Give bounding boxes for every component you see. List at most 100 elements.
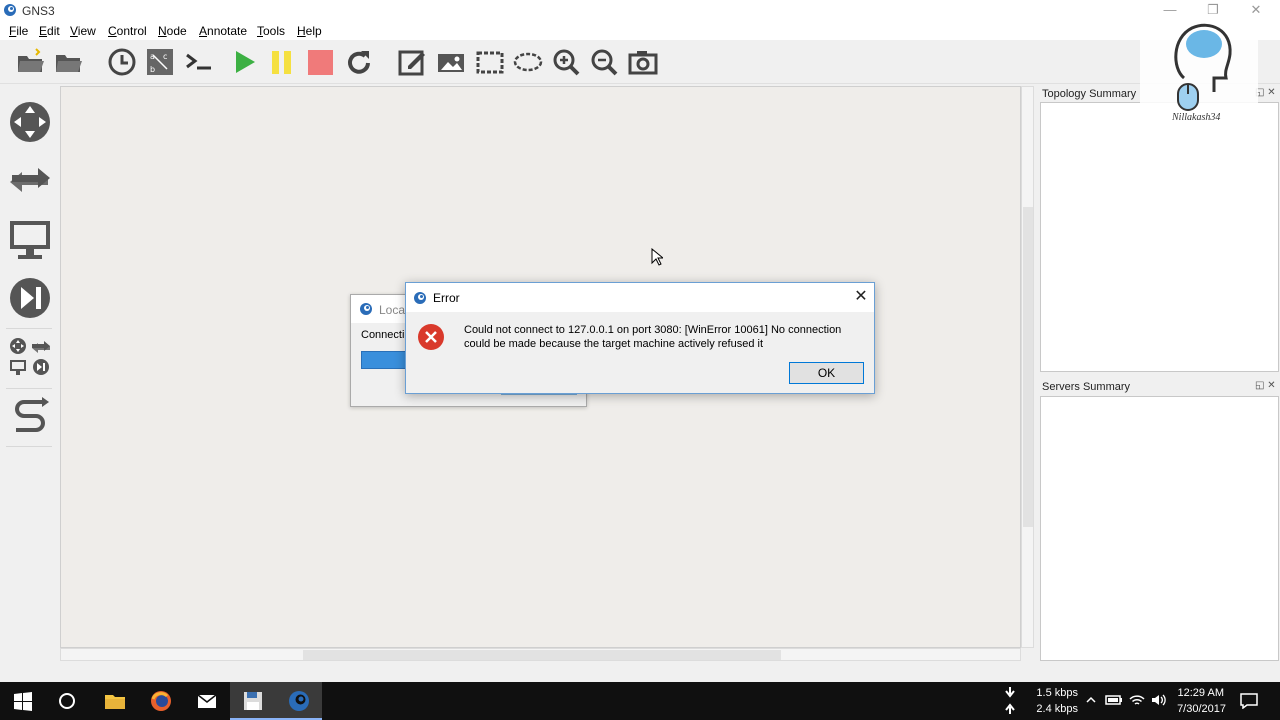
camera-icon	[628, 51, 658, 75]
mail-button[interactable]	[184, 682, 230, 720]
menu-view[interactable]: View	[70, 24, 96, 38]
play-icon	[236, 51, 255, 73]
vertical-scrollbar[interactable]	[1021, 86, 1034, 648]
error-dialog: Error ✕ Could not connect to 127.0.0.1 o…	[405, 282, 875, 394]
error-dialog-close-button[interactable]: ✕	[852, 287, 870, 307]
open-project-icon	[18, 48, 44, 72]
svg-text:b: b	[150, 65, 155, 74]
gns3-logo-icon	[289, 691, 309, 711]
servers-summary-title: Servers Summary	[1042, 381, 1131, 393]
device-switches-button[interactable]	[8, 158, 52, 202]
connecting-message: Connectin	[361, 329, 411, 341]
volume-icon[interactable]	[1151, 693, 1167, 707]
wifi-icon[interactable]	[1129, 693, 1145, 707]
clock-icon	[108, 48, 136, 76]
device-toolbar	[0, 86, 58, 662]
gns3-logo-icon	[4, 4, 16, 16]
notifications-icon[interactable]	[1240, 693, 1258, 709]
folder-icon	[56, 55, 82, 72]
file-explorer-icon	[105, 695, 125, 709]
ellipse-icon	[513, 52, 543, 72]
taskbar: 1.5 kbps 2.4 kbps 12:29 AM 7/30/2017	[0, 682, 1280, 720]
monitor-icon	[10, 221, 50, 259]
gns3-taskbar-button[interactable]	[276, 682, 322, 720]
network-download-speed: 1.5 kbps	[1036, 687, 1078, 699]
servers-summary-panel	[1040, 396, 1279, 661]
ok-button[interactable]: OK	[789, 362, 864, 384]
chevron-up-icon[interactable]	[1085, 694, 1097, 706]
mail-icon	[197, 694, 217, 708]
floppy-save-icon	[244, 692, 262, 710]
window-title: GNS3	[22, 4, 55, 18]
draw-ellipse-button[interactable]	[512, 46, 544, 78]
open-project-button[interactable]	[14, 46, 46, 78]
draw-rectangle-button[interactable]	[474, 46, 506, 78]
reload-icon	[348, 51, 370, 74]
firefox-button[interactable]	[138, 682, 184, 720]
menu-help[interactable]: Help	[297, 24, 322, 38]
servers-float-button[interactable]: ◱	[1255, 380, 1264, 391]
watermark-text: Nillakash34	[1172, 112, 1221, 123]
device-routers-button[interactable]	[8, 100, 52, 144]
firefox-icon	[151, 691, 171, 711]
upload-arrow-icon	[1005, 703, 1015, 714]
cortana-button[interactable]	[44, 682, 90, 720]
insert-image-button[interactable]	[435, 46, 467, 78]
menu-edit[interactable]: Edit	[39, 24, 60, 38]
device-security-button[interactable]	[8, 276, 52, 320]
show-interface-labels-button[interactable]: acb	[144, 46, 176, 78]
edit-note-icon	[398, 50, 425, 76]
add-link-button[interactable]	[8, 394, 52, 438]
console-icon	[186, 53, 211, 70]
switch-arrows-icon	[10, 168, 50, 192]
device-all-button[interactable]	[8, 334, 52, 378]
cortana-circle-icon	[59, 693, 75, 709]
zoom-in-icon	[553, 49, 580, 76]
menu-annotate[interactable]: Annotate	[199, 24, 247, 38]
download-arrow-icon	[1005, 687, 1015, 698]
horizontal-scroll-thumb[interactable]	[303, 650, 781, 660]
start-all-button[interactable]	[228, 46, 260, 78]
console-button[interactable]	[183, 46, 215, 78]
gns3-logo-icon	[414, 292, 426, 304]
interface-labels-icon: a cb	[147, 49, 173, 75]
menu-node[interactable]: Node	[158, 24, 187, 38]
image-icon	[438, 54, 464, 72]
start-button[interactable]	[0, 682, 46, 720]
title-bar: GNS3 — ❐ ✕	[0, 0, 1280, 22]
topology-close-button[interactable]: ✕	[1267, 87, 1275, 98]
open-folder-button[interactable]	[52, 46, 84, 78]
clock-date[interactable]: 7/30/2017	[1166, 703, 1226, 715]
file-explorer-button[interactable]	[92, 682, 138, 720]
zoom-out-button[interactable]	[588, 46, 620, 78]
windows-logo-icon	[14, 692, 32, 711]
topology-summary-title: Topology Summary	[1042, 88, 1137, 100]
channel-watermark: Nillakash34	[1140, 16, 1258, 128]
menu-control[interactable]: Control	[108, 24, 147, 38]
head-brain-logo-icon	[1174, 23, 1232, 111]
suspend-all-button[interactable]	[266, 46, 298, 78]
device-end-devices-button[interactable]	[8, 218, 52, 262]
error-icon	[418, 324, 444, 350]
save-app-button[interactable]	[230, 682, 276, 720]
error-dialog-title: Error	[433, 291, 460, 305]
servers-close-button[interactable]: ✕	[1267, 380, 1275, 391]
topology-summary-controls: ◱ ✕	[1255, 87, 1276, 98]
error-message: Could not connect to 127.0.0.1 on port 3…	[464, 324, 842, 350]
zoom-out-icon	[591, 49, 618, 76]
servers-summary-controls: ◱ ✕	[1255, 380, 1276, 391]
reload-all-button[interactable]	[343, 46, 375, 78]
snapshot-button[interactable]	[106, 46, 138, 78]
rectangle-icon	[476, 51, 504, 74]
menu-file[interactable]: File	[9, 24, 28, 38]
clock-time[interactable]: 12:29 AM	[1170, 687, 1224, 699]
add-note-button[interactable]	[396, 46, 428, 78]
stop-all-button[interactable]	[304, 46, 336, 78]
battery-icon[interactable]	[1105, 694, 1123, 706]
zoom-in-button[interactable]	[550, 46, 582, 78]
gns3-logo-icon	[360, 303, 372, 315]
screenshot-button[interactable]	[627, 46, 659, 78]
horizontal-scrollbar[interactable]	[60, 648, 1021, 661]
vertical-scroll-thumb[interactable]	[1023, 207, 1033, 527]
menu-tools[interactable]: Tools	[257, 24, 285, 38]
